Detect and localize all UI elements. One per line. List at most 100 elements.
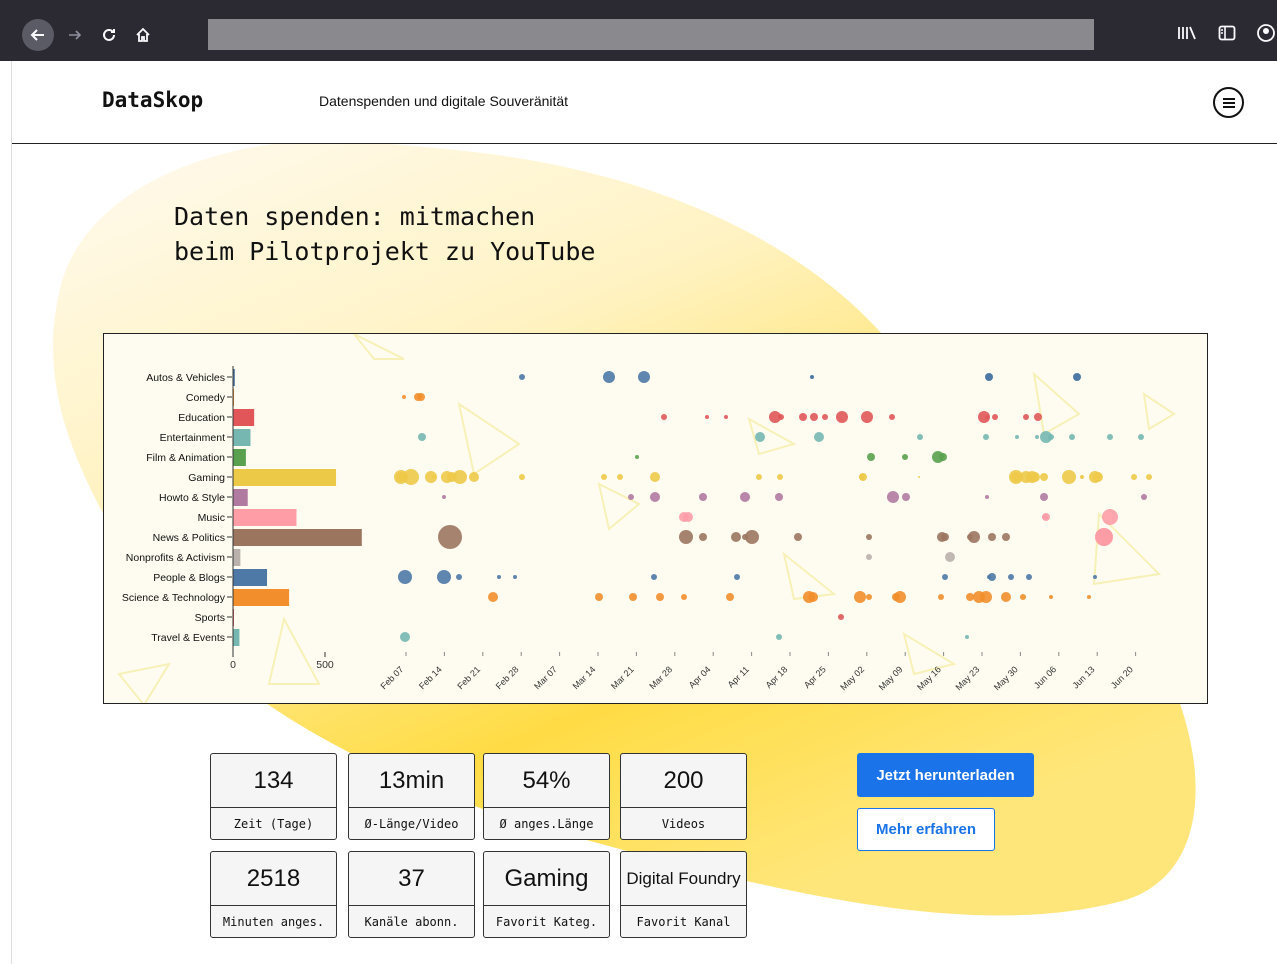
reload-button[interactable]	[97, 21, 121, 49]
hero-title-line-2: beim Pilotprojekt zu YouTube	[174, 237, 596, 266]
timeline-tick-label: May 02	[838, 664, 866, 692]
timeline-point	[867, 453, 875, 461]
timeline-point	[679, 530, 693, 544]
stat-card-channels: 37 Kanäle abonn.	[348, 851, 475, 938]
hero-title-line-1: Daten spenden: mitmachen	[174, 202, 536, 231]
timeline-point	[985, 373, 993, 381]
back-button[interactable]	[22, 19, 54, 51]
timeline-point	[403, 469, 419, 485]
timeline-point	[488, 592, 498, 602]
timeline-point	[836, 411, 848, 423]
timeline-point	[756, 474, 762, 480]
timeline-point	[1107, 434, 1113, 440]
timeline-point	[887, 491, 899, 503]
bar-label: Howto & Style	[159, 492, 225, 504]
sidebar-icon	[1218, 25, 1236, 41]
timeline-point	[776, 634, 782, 640]
timeline-point	[437, 570, 451, 584]
timeline-point	[628, 494, 634, 500]
timeline-point	[1080, 475, 1084, 479]
timeline-point	[942, 574, 948, 580]
timeline-point	[1131, 474, 1137, 480]
timeline-point	[699, 493, 707, 501]
timeline-point	[1146, 474, 1152, 480]
decor-triangle	[597, 482, 641, 531]
timeline-tick-label: May 30	[992, 664, 1020, 692]
timeline-point	[1042, 513, 1050, 521]
timeline-point	[1002, 533, 1010, 541]
timeline-point	[418, 433, 426, 441]
timeline-point	[1138, 434, 1144, 440]
timeline-tick-label: Feb 07	[379, 664, 406, 691]
sidebar-button[interactable]	[1215, 21, 1239, 45]
timeline-point	[1023, 414, 1029, 420]
bar-label: Sports	[195, 612, 225, 624]
timeline-point	[1049, 595, 1053, 599]
stat-label: Kanäle abonn.	[364, 915, 459, 929]
decor-triangle	[1032, 371, 1081, 436]
timeline-point	[985, 495, 989, 499]
timeline-point	[731, 532, 741, 542]
stat-label: Zeit (Tage)	[233, 817, 314, 831]
timeline-tick-label: Mar 21	[609, 664, 636, 691]
menu-button[interactable]	[1213, 87, 1244, 118]
stat-value: 37	[349, 852, 474, 906]
timeline-point	[917, 434, 923, 440]
timeline-point	[939, 453, 947, 461]
timeline-tick-label: Apr 25	[802, 664, 828, 690]
timeline-point	[859, 473, 867, 481]
site-tagline: Datenspenden und digitale Souveränität	[319, 93, 569, 109]
stat-label: Ø-Länge/Video	[364, 817, 459, 831]
timeline-point	[1102, 509, 1118, 525]
stat-label: Ø anges.Länge	[499, 817, 594, 831]
timeline-point	[1048, 434, 1054, 440]
url-bar[interactable]	[208, 19, 1094, 50]
timeline-point	[902, 493, 910, 501]
timeline-point	[902, 454, 908, 460]
bar-label: News & Politics	[153, 532, 225, 544]
timeline-point	[519, 374, 525, 380]
bar-label: Science & Technology	[122, 592, 226, 604]
download-button[interactable]: Jetzt herunterladen	[857, 753, 1034, 797]
bar	[233, 629, 240, 646]
home-button[interactable]	[131, 21, 155, 49]
site-logo[interactable]: DataSkop	[102, 88, 203, 112]
timeline-point	[1020, 594, 1026, 600]
timeline-point	[724, 415, 728, 419]
timeline-point	[918, 476, 920, 478]
timeline-tick-label: Apr 18	[764, 664, 790, 690]
timeline-tick-label: May 09	[877, 664, 905, 692]
decor-triangle	[353, 334, 405, 360]
timeline-point	[1093, 575, 1097, 579]
bar-label: Education	[178, 412, 225, 424]
timeline-point	[497, 575, 501, 579]
decor-triangle	[457, 401, 521, 476]
timeline-point	[1001, 592, 1011, 602]
stat-card-watched-length: 54% Ø anges.Länge	[483, 753, 610, 840]
timeline-point	[799, 413, 807, 421]
bar-label: Autos & Vehicles	[146, 372, 225, 384]
bar-label: Entertainment	[160, 432, 225, 444]
stat-value: Gaming	[484, 852, 609, 906]
bar-label: People & Blogs	[153, 572, 225, 584]
library-button[interactable]	[1175, 21, 1199, 45]
decor-triangle	[1142, 391, 1176, 431]
bar-label: Music	[198, 512, 225, 524]
site-header: DataSkop Datenspenden und digitale Souve…	[12, 61, 1277, 144]
stat-value: Digital Foundry	[621, 852, 746, 906]
stat-card-videos: 200 Videos	[620, 753, 747, 840]
timeline-point	[1089, 471, 1101, 483]
page: DataSkop Datenspenden und digitale Souve…	[11, 61, 1277, 964]
learn-more-button[interactable]: Mehr erfahren	[857, 808, 995, 851]
forward-button[interactable]	[63, 21, 87, 49]
stat-card-days: 134 Zeit (Tage)	[210, 753, 337, 840]
timeline-tick-label: May 23	[953, 664, 981, 692]
arrow-left-icon	[30, 29, 44, 41]
timeline-point	[1087, 595, 1091, 599]
timeline-point	[650, 492, 660, 502]
timeline-point	[814, 432, 824, 442]
timeline-point	[866, 594, 872, 600]
timeline-point	[968, 531, 980, 543]
account-button[interactable]	[1255, 21, 1277, 45]
timeline-point	[438, 525, 462, 549]
